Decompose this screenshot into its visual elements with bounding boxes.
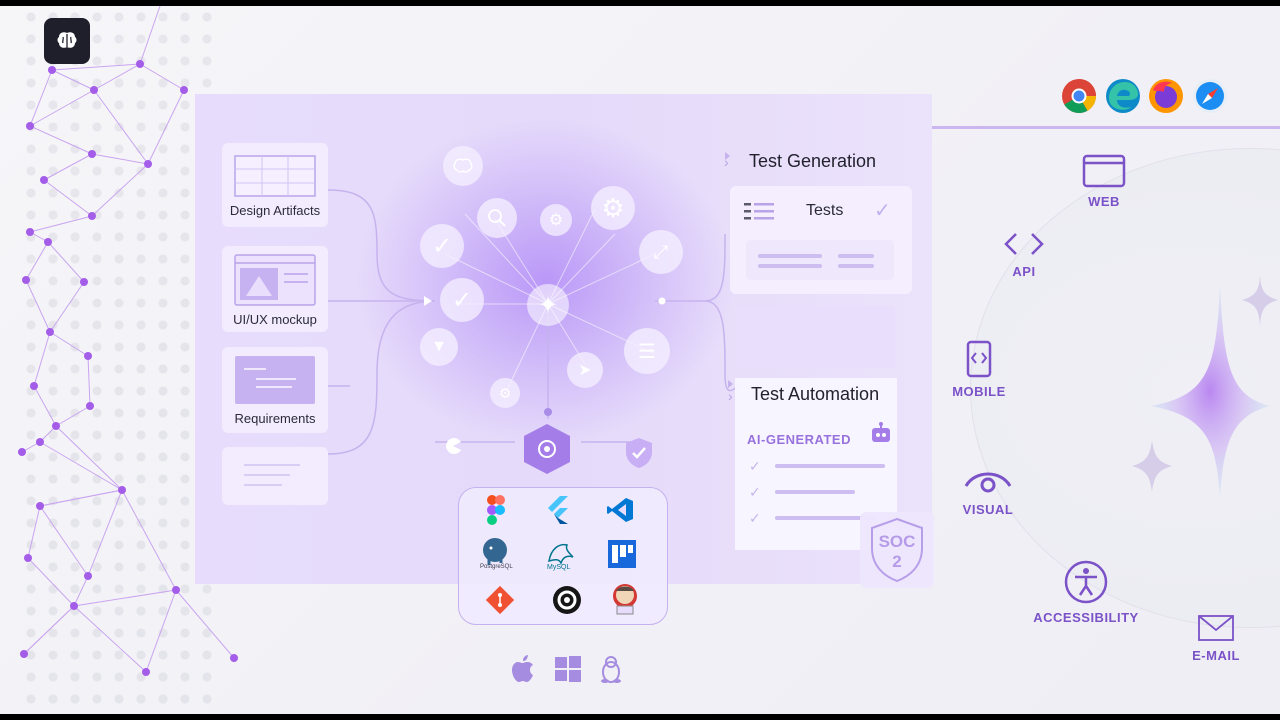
check-icon: ✓ <box>749 510 761 526</box>
category-web-label: WEB <box>1088 194 1120 209</box>
sparkle-icon: ✦ <box>537 291 559 319</box>
canvas: Design Artifacts UI/UX mockup Requiremen… <box>0 6 1280 714</box>
category-email[interactable]: E-MAIL <box>1184 614 1248 663</box>
window-icon <box>1082 154 1126 188</box>
check-node-2: ✓ <box>440 278 484 322</box>
postgresql-icon[interactable]: PostgreSQL <box>478 537 513 571</box>
uiux-mockup-label: UI/UX mockup <box>233 312 317 327</box>
soc-number: 2 <box>892 552 902 571</box>
pacman-node <box>441 434 465 458</box>
chevron-right-icon: › <box>724 154 729 170</box>
sparkle-decoration-icon <box>1132 276 1278 496</box>
test-generation-heading: Test Generation <box>749 151 877 171</box>
category-accessibility-label: ACCESSIBILITY <box>1033 610 1139 625</box>
gear-icon: ⚙ <box>548 212 564 229</box>
uiux-mockup-card[interactable]: UI/UX mockup <box>222 246 328 332</box>
check-icon: ✓ <box>749 458 761 474</box>
list-node: ☰ <box>624 328 670 374</box>
code-icon <box>1004 233 1044 255</box>
category-mobile[interactable]: MOBILE <box>948 340 1010 399</box>
brain-node <box>443 146 483 186</box>
category-web[interactable]: WEB <box>1080 154 1128 209</box>
settings-node: ⚙ <box>591 186 635 230</box>
category-api-label: API <box>1012 264 1036 279</box>
safari-icon[interactable] <box>1192 78 1228 114</box>
brain-icon <box>57 32 77 48</box>
filter-icon: ▼ <box>431 338 447 355</box>
grid-icon <box>234 155 316 197</box>
requirements-label: Requirements <box>234 411 316 426</box>
apple-icon <box>512 655 533 682</box>
design-artifacts-label: Design Artifacts <box>229 203 321 218</box>
linux-icon <box>601 656 621 683</box>
envelope-icon <box>1198 615 1234 641</box>
jenkins-icon[interactable] <box>608 582 642 616</box>
expand-node: ⤢ <box>639 230 683 274</box>
gear-icon: ⚙ <box>498 384 512 401</box>
edge-icon[interactable] <box>1105 78 1141 114</box>
expand-icon: ⤢ <box>653 241 669 262</box>
tests-preview <box>746 240 894 280</box>
list-lines-icon <box>744 203 774 220</box>
chrome-icon[interactable] <box>1061 78 1097 114</box>
ai-generated-badge: AI-GENERATED <box>747 432 851 447</box>
gear-icon: ⚙ <box>601 192 625 223</box>
postgresql-caption: PostgreSQL <box>480 564 513 570</box>
category-visual[interactable]: VISUAL <box>958 464 1018 517</box>
check-icon: ✓ <box>874 200 891 222</box>
placeholder-card <box>222 447 328 505</box>
check-icon: ✓ <box>749 484 761 500</box>
jira-icon[interactable] <box>605 537 639 571</box>
chevron-right-icon: › <box>728 388 733 404</box>
robot-icon <box>872 422 890 442</box>
category-mobile-label: MOBILE <box>952 384 1006 399</box>
firefox-icon[interactable] <box>1148 78 1184 114</box>
flutter-icon[interactable] <box>541 493 575 527</box>
pacman-icon <box>446 438 461 454</box>
mysql-caption: MySQL <box>547 564 571 571</box>
text-lines-icon <box>244 464 300 486</box>
figma-icon[interactable] <box>479 493 513 527</box>
category-email-label: E-MAIL <box>1192 648 1240 663</box>
filter-node: ▼ <box>420 328 458 366</box>
brain-outline-icon <box>453 158 473 173</box>
soc2-badge: SOC 2 <box>860 512 934 588</box>
mysql-icon[interactable]: MySQL <box>543 537 577 571</box>
category-api[interactable]: API <box>994 230 1054 279</box>
check-icon: ✓ <box>451 286 473 314</box>
requirements-card[interactable]: Requirements <box>222 347 328 433</box>
ai-core-node: ✦ <box>527 284 569 326</box>
mockup-icon <box>234 254 316 306</box>
mobile-icon <box>966 340 992 378</box>
spacer-card <box>735 306 895 368</box>
document-lines-icon <box>235 356 315 404</box>
check-icon: ✓ <box>431 232 453 260</box>
tests-card[interactable]: Tests ✓ <box>730 186 912 294</box>
divider-line <box>932 126 1280 129</box>
gear-node-small: ⚙ <box>490 378 520 408</box>
windows-icon <box>555 656 581 682</box>
design-artifacts-card[interactable]: Design Artifacts <box>222 143 328 227</box>
tests-label: Tests <box>806 202 844 219</box>
compass-node: ➤ <box>567 352 603 388</box>
brain-logo-button[interactable] <box>44 18 90 64</box>
list-icon: ☰ <box>638 340 656 363</box>
shield-check-icon <box>626 438 652 468</box>
search-node <box>477 198 517 238</box>
check-node: ✓ <box>420 224 464 268</box>
compass-icon: ➤ <box>578 362 592 379</box>
test-automation-heading: Test Automation <box>751 384 880 404</box>
search-icon <box>488 209 506 227</box>
settings-node-small: ⚙ <box>540 204 572 236</box>
circleci-icon[interactable] <box>550 583 584 617</box>
eye-icon <box>964 472 1012 493</box>
category-visual-label: VISUAL <box>962 502 1014 517</box>
git-icon[interactable] <box>483 583 517 617</box>
soc-label: SOC <box>878 532 916 551</box>
hexagon-hub-icon <box>524 424 570 474</box>
vscode-icon[interactable] <box>603 493 637 527</box>
category-accessibility[interactable]: ACCESSIBILITY <box>1030 560 1142 625</box>
accessibility-icon <box>1064 560 1108 604</box>
